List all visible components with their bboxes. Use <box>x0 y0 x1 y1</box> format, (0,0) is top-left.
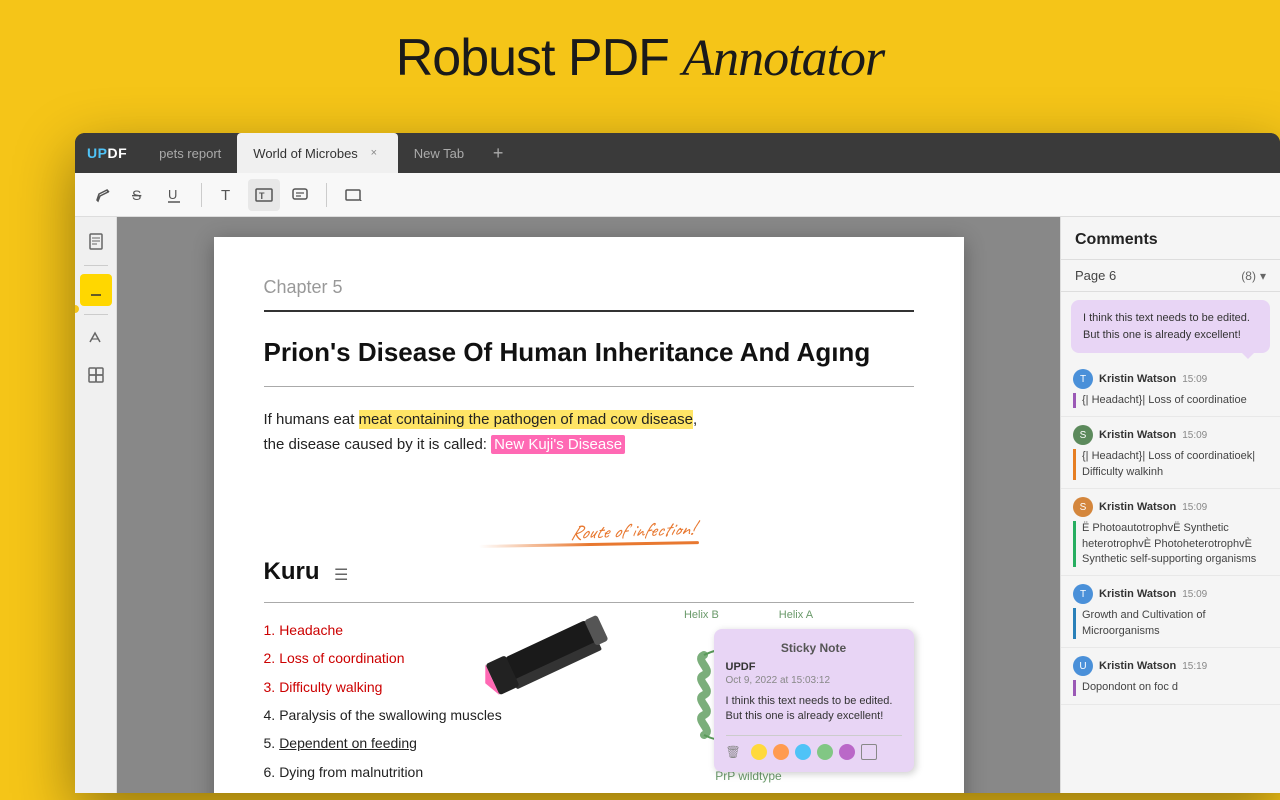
rectangle-tool-button[interactable] <box>337 179 369 211</box>
helix-b-label: Helix B <box>684 609 719 621</box>
sticky-header: UPDF <box>726 661 902 673</box>
comment-text-5: Dopondont on foc d <box>1073 680 1268 695</box>
pdf-title: Prion's Disease Of Human Inheritance And… <box>264 336 914 370</box>
comments-page-label: Page 6 <box>1075 268 1116 283</box>
sticky-text: I think this text needs to be edited. Bu… <box>726 694 902 725</box>
sidebar-divider-1 <box>84 265 108 266</box>
comment-author-2: Kristin Watson <box>1099 429 1176 441</box>
comment-author-1: Kristin Watson <box>1099 373 1176 385</box>
comment-author-3: Kristin Watson <box>1099 501 1176 513</box>
sticky-color-blue[interactable] <box>795 744 811 760</box>
sticky-square-icon[interactable] <box>861 744 877 760</box>
comment-tool-button[interactable] <box>284 179 316 211</box>
sticky-color-purple[interactable] <box>839 744 855 760</box>
comment-author-4: Kristin Watson <box>1099 588 1176 600</box>
tab-world-of-microbes[interactable]: World of Microbes × <box>237 133 398 173</box>
highlighted-text-pink: New Kuji's Disease <box>491 435 625 454</box>
comment-avatar-1: T <box>1073 369 1093 389</box>
sticky-toolbar: 🗑 <box>726 735 902 760</box>
svg-text:T: T <box>221 187 230 204</box>
comments-page-row[interactable]: Page 6 (8) ▾ <box>1061 260 1280 292</box>
comment-avatar-4: T <box>1073 584 1093 604</box>
comment-time-5: 15:19 <box>1182 661 1207 672</box>
symptom-6: 6.Dying from malnutrition <box>264 761 564 783</box>
chapter-divider <box>264 310 914 312</box>
svg-text:U: U <box>168 187 177 202</box>
comment-item-4[interactable]: T Kristin Watson 15:09 Growth and Cultiv… <box>1061 576 1280 648</box>
sticky-date: Oct 9, 2022 at 15:03:12 <box>726 675 902 686</box>
comment-text-4: Growth and Cultivation of Microorganisms <box>1073 608 1268 639</box>
comment-time-4: 15:09 <box>1182 589 1207 600</box>
comments-panel-title: Comments <box>1075 231 1266 249</box>
text-tool-button[interactable]: T <box>212 179 244 211</box>
sticky-note[interactable]: Sticky Note UPDF Oct 9, 2022 at 15:03:12… <box>714 629 914 772</box>
chapter-label: Chapter 5 <box>264 277 914 298</box>
comment-avatar-3: S <box>1073 497 1093 517</box>
sidebar-highlight-button[interactable] <box>80 274 112 306</box>
main-area: Chapter 5 Prion's Disease Of Human Inher… <box>75 217 1280 793</box>
annotation-toolbar: S U T T <box>75 173 1280 217</box>
comments-count: (8) ▾ <box>1241 269 1266 283</box>
toolbar-separator-2 <box>326 183 327 207</box>
tab-new-tab[interactable]: New Tab <box>398 133 480 173</box>
highlighted-text-yellow: meat containing the pathogen of mad cow … <box>359 410 693 429</box>
comment-item-3[interactable]: S Kristin Watson 15:09 Ë Photoautotrophv… <box>1061 489 1280 576</box>
comment-text-2: {| Headacht}| Loss of coordinatioek| Dif… <box>1073 449 1268 480</box>
svg-text:S: S <box>132 187 141 203</box>
comment-item-5[interactable]: U Kristin Watson 15:19 Dopondont on foc … <box>1061 648 1280 704</box>
app-header: Robust PDF Annotator <box>0 0 1280 106</box>
sidebar-extract-button[interactable] <box>80 359 112 391</box>
textbox-tool-button[interactable]: T <box>248 179 280 211</box>
toolbar-separator-1 <box>201 183 202 207</box>
new-tab-button[interactable]: + <box>484 139 512 167</box>
sticky-note-title: Sticky Note <box>726 641 902 655</box>
tab-close-icon[interactable]: × <box>366 145 382 161</box>
sidebar-active-indicator <box>75 305 79 313</box>
svg-text:T: T <box>259 191 265 201</box>
sticky-trash-icon[interactable]: 🗑 <box>726 745 741 759</box>
symptom-5: 5.Dependent on feeding <box>264 732 564 754</box>
kuru-note-icon: ☰ <box>334 565 348 585</box>
app-tagline: Robust PDF Annotator <box>0 28 1280 88</box>
comment-avatar-2: S <box>1073 425 1093 445</box>
left-sidebar <box>75 217 117 793</box>
comment-avatar-5: U <box>1073 656 1093 676</box>
helix-a-label: Helix A <box>779 609 813 621</box>
title-divider <box>264 386 914 387</box>
app-window: UPDF pets report World of Microbes × New… <box>75 133 1280 793</box>
sidebar-divider-2 <box>84 314 108 315</box>
comments-header: Comments <box>1061 217 1280 260</box>
strikethrough-tool-button[interactable]: S <box>123 179 155 211</box>
sidebar-annotate-button[interactable] <box>80 323 112 355</box>
sticky-color-yellow[interactable] <box>751 744 767 760</box>
active-comment-bubble: I think this text needs to be edited. Bu… <box>1071 300 1270 353</box>
comment-time-1: 15:09 <box>1182 374 1207 385</box>
symptoms-section: 1.Headache 2.Loss of coordination 3.Diff… <box>264 619 914 789</box>
comment-author-5: Kristin Watson <box>1099 660 1176 672</box>
underline-tool-button[interactable]: U <box>159 179 191 211</box>
comment-item-1[interactable]: T Kristin Watson 15:09 {| Headacht}| Los… <box>1061 361 1280 417</box>
sticky-color-green[interactable] <box>817 744 833 760</box>
tab-pets-report[interactable]: pets report <box>143 133 237 173</box>
sidebar-pages-button[interactable] <box>80 225 112 257</box>
sticky-color-orange[interactable] <box>773 744 789 760</box>
comment-time-2: 15:09 <box>1182 430 1207 441</box>
titlebar: UPDF pets report World of Microbes × New… <box>75 133 1280 173</box>
kuru-title: Kuru <box>264 558 320 586</box>
updf-logo: UPDF <box>87 145 127 161</box>
pen-tool-button[interactable] <box>87 179 119 211</box>
kuru-section: Kuru ☰ <box>264 558 914 586</box>
comment-time-3: 15:09 <box>1182 502 1207 513</box>
comment-text-1: {| Headacht}| Loss of coordinatioe <box>1073 393 1268 408</box>
pdf-paragraph-1: If humans eat meat containing the pathog… <box>264 407 914 458</box>
comment-text-3: Ë PhotoautotrophvË Synthetic heterotroph… <box>1073 521 1268 567</box>
pdf-viewer[interactable]: Chapter 5 Prion's Disease Of Human Inher… <box>117 217 1060 793</box>
tabs-container: pets report World of Microbes × New Tab … <box>143 133 1268 173</box>
comments-panel: Comments Page 6 (8) ▾ I think this text … <box>1060 217 1280 793</box>
chevron-down-icon: ▾ <box>1260 269 1266 283</box>
pdf-page: Chapter 5 Prion's Disease Of Human Inher… <box>214 237 964 793</box>
comment-item-2[interactable]: S Kristin Watson 15:09 {| Headacht}| Los… <box>1061 417 1280 489</box>
